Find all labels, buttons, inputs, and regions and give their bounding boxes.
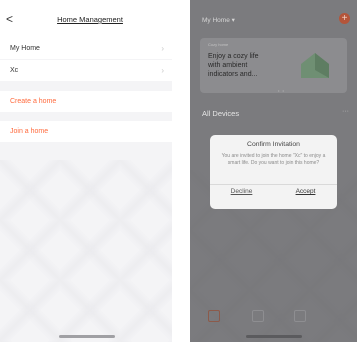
nav-header: < Home Management — [0, 0, 172, 38]
home-screen-with-dialog: My Home ▾ + Cozy home Enjoy a cozy life … — [190, 0, 357, 342]
home-item-my-home[interactable]: My Home › — [0, 38, 172, 59]
back-arrow-icon[interactable]: < — [6, 12, 16, 26]
chevron-right-icon: › — [161, 66, 164, 75]
home-indicator — [246, 335, 302, 338]
background-pattern — [0, 160, 172, 342]
home-item-label: My Home — [10, 45, 40, 52]
dialog-divider — [210, 184, 337, 185]
more-options-icon[interactable]: ··· — [342, 108, 349, 115]
confirm-invitation-dialog: Confirm Invitation You are invited to jo… — [210, 135, 337, 209]
decline-button[interactable]: Decline — [210, 188, 273, 195]
carousel-dots: • • — [278, 88, 285, 93]
home-management-screen: < Home Management My Home › Xc › Create … — [0, 0, 172, 342]
home-tab-icon[interactable] — [208, 310, 220, 322]
page-title: Home Management — [57, 15, 123, 24]
dialog-message: You are invited to join the home "Xc" to… — [221, 153, 326, 166]
create-home-button[interactable]: Create a home — [0, 91, 172, 112]
all-devices-title: All Devices — [202, 109, 240, 118]
create-home-label: Create a home — [10, 98, 57, 105]
add-icon[interactable]: + — [339, 13, 350, 24]
join-home-button[interactable]: Join a home — [0, 121, 172, 142]
house-illustration-icon — [301, 53, 329, 78]
profile-tab-icon[interactable] — [294, 310, 306, 322]
home-item-xc[interactable]: Xc › — [0, 60, 172, 81]
join-home-label: Join a home — [10, 128, 49, 135]
promo-banner[interactable]: Cozy home Enjoy a cozy life with ambient… — [200, 38, 347, 93]
banner-tag: Cozy home — [208, 42, 229, 47]
dialog-title: Confirm Invitation — [247, 141, 300, 148]
scene-tab-icon[interactable] — [252, 310, 264, 322]
home-item-label: Xc — [10, 67, 19, 74]
chevron-right-icon: › — [161, 44, 164, 53]
home-indicator — [59, 335, 115, 338]
banner-text: Enjoy a cozy life with ambient indicator… — [208, 53, 259, 78]
home-switcher[interactable]: My Home ▾ — [202, 16, 235, 24]
accept-button[interactable]: Accept — [274, 188, 337, 195]
